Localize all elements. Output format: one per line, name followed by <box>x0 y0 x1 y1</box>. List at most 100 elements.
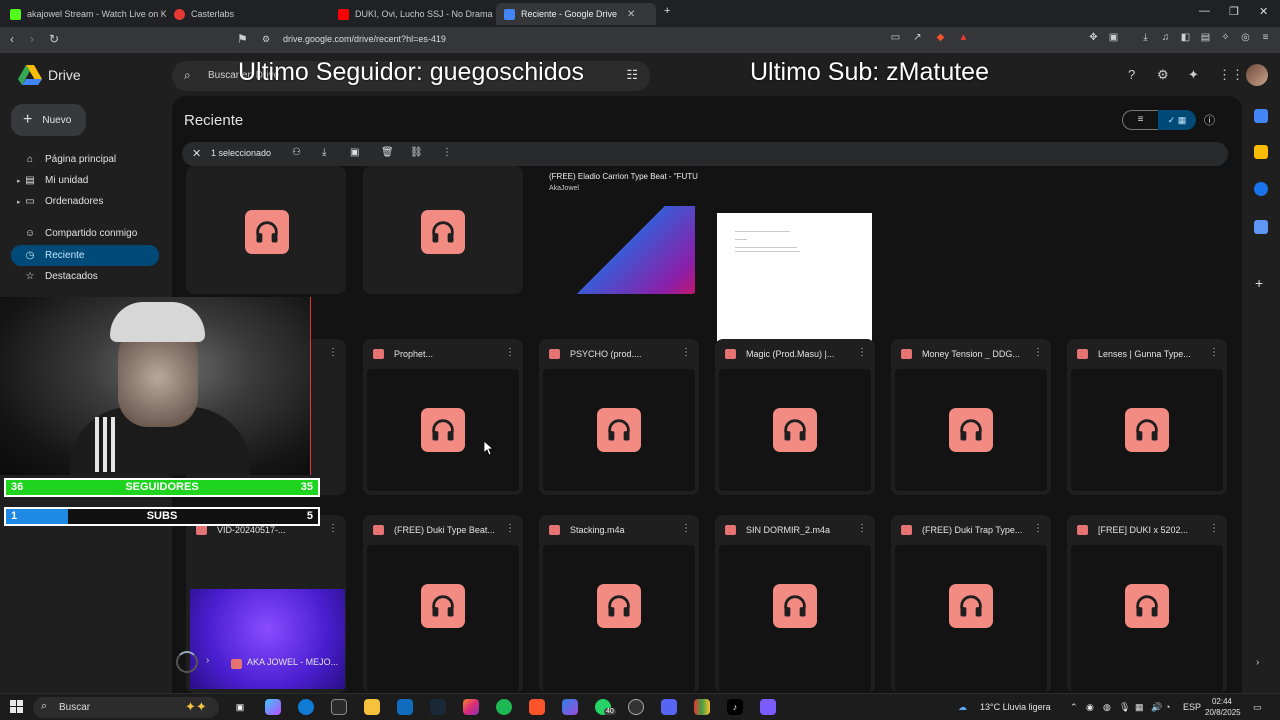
more-options-icon[interactable]: ⋮ <box>857 347 867 358</box>
more-options-icon[interactable]: ⋮ <box>328 523 338 534</box>
calendar-icon[interactable] <box>1254 109 1268 123</box>
gemini-icon[interactable]: ✦ <box>1188 67 1199 83</box>
file-card[interactable]: PSYCHO (prod.... ⋮ <box>539 339 699 495</box>
brave-shields-icon[interactable]: ◆ <box>934 32 947 45</box>
menu-icon[interactable]: ≡ <box>1259 32 1272 45</box>
sidebar-item-starred[interactable]: ☆ Destacados <box>11 266 159 287</box>
more-options-icon[interactable]: ⋮ <box>328 347 338 358</box>
back-icon[interactable]: ‹ <box>10 32 14 46</box>
sidebar-item-shared[interactable]: ☺ Compartido conmigo <box>11 223 159 244</box>
edge-icon[interactable] <box>298 699 314 715</box>
close-tab-icon[interactable]: ✕ <box>627 9 635 20</box>
file-card[interactable]: Magic (Prod.Masu) |... ⋮ <box>715 339 875 495</box>
screencast-icon[interactable]: ▭ <box>889 32 902 45</box>
avatar[interactable] <box>1246 64 1268 86</box>
tray-app-icon[interactable]: ◍ <box>1103 702 1111 713</box>
instagram-icon[interactable] <box>463 699 479 715</box>
outlook-icon[interactable] <box>397 699 413 715</box>
taskbar-search[interactable]: ⌕ Buscar ✦✦ <box>33 697 219 718</box>
copilot-icon[interactable] <box>265 699 281 715</box>
file-card[interactable] <box>186 166 346 294</box>
brave-rewards-icon[interactable]: ▲ <box>957 32 970 45</box>
settings-icon[interactable]: ⚙ <box>1157 67 1169 83</box>
download-icon[interactable]: ⤓ <box>322 147 326 158</box>
expand-caret-icon[interactable]: ▸ <box>17 198 21 206</box>
apps-grid-icon[interactable]: ⋮⋮ <box>1218 67 1244 83</box>
volume-icon[interactable]: 🔊 <box>1151 702 1162 713</box>
sidebar-item-my-drive[interactable]: ▸ ▤ Mi unidad <box>11 170 159 191</box>
tab-casterlabs[interactable]: Casterlabs <box>166 3 330 25</box>
copy-link-icon[interactable]: ⛓ <box>410 147 423 158</box>
grid-view-button[interactable]: ✓ ▦ <box>1158 110 1196 130</box>
copilot-app-icon[interactable] <box>562 699 578 715</box>
more-options-icon[interactable]: ⋮ <box>1209 347 1219 358</box>
list-view-button[interactable]: ≡ <box>1122 110 1158 130</box>
download-icon[interactable]: ⤓ <box>1139 32 1152 45</box>
app-icon[interactable] <box>694 699 710 715</box>
tab-google-drive[interactable]: Reciente - Google Drive ✕ <box>496 3 656 25</box>
microphone-icon[interactable]: 🎙 <box>1119 702 1130 713</box>
extensions-icon[interactable]: ✥ <box>1087 32 1100 45</box>
file-explorer-icon[interactable] <box>364 699 380 715</box>
media-icon[interactable]: ♫ <box>1159 32 1172 45</box>
more-options-icon[interactable]: ⋮ <box>505 523 515 534</box>
search-options-icon[interactable]: ☷ <box>626 67 638 83</box>
bookmark-icon[interactable]: ⚑ <box>237 32 248 46</box>
wallet-card-icon[interactable]: ▤ <box>1199 32 1212 45</box>
discord-icon[interactable] <box>661 699 677 715</box>
notifications-icon[interactable]: ▭ <box>1253 702 1262 713</box>
site-info-icon[interactable]: ⚙ <box>262 34 270 45</box>
file-card[interactable]: Money Tension _ DDG... ⋮ <box>891 339 1051 495</box>
weather-text[interactable]: 13°C Lluvia ligera <box>980 702 1051 712</box>
sidebar-item-home[interactable]: ⌂ Página principal <box>11 149 159 170</box>
expand-chevron-icon[interactable]: › <box>206 655 209 666</box>
clock[interactable]: 02:44 20/8/2025 <box>1205 696 1241 718</box>
more-options-icon[interactable]: ⋮ <box>505 347 515 358</box>
close-window-icon[interactable]: ✕ <box>1259 5 1268 18</box>
more-options-icon[interactable]: ⋮ <box>681 347 691 358</box>
move-folder-icon[interactable]: ▣ <box>350 147 359 158</box>
tab-youtube[interactable]: DUKI, Ovi, Lucho SSJ - No Drama - Yo <box>330 3 494 25</box>
more-actions-icon[interactable]: ⋮ <box>442 147 452 158</box>
trash-icon[interactable]: 🗑 <box>381 147 394 158</box>
new-tab-icon[interactable]: + <box>664 5 670 17</box>
tab-kick[interactable]: akajowel Stream - Watch Live on Kick <box>2 3 166 25</box>
url-text[interactable]: drive.google.com/drive/recent?hl=es-419 <box>283 34 446 44</box>
vpn-icon[interactable]: ◎ <box>1239 32 1252 45</box>
start-button-icon[interactable] <box>10 700 24 714</box>
language-indicator[interactable]: ESP <box>1183 702 1201 712</box>
sidebar-item-recent[interactable]: ◷ Reciente <box>11 245 159 266</box>
tasks-icon[interactable] <box>1254 182 1268 196</box>
tiktok-icon[interactable]: ♪ <box>727 699 743 715</box>
spotify-icon[interactable] <box>496 699 512 715</box>
details-info-icon[interactable]: ⓘ <box>1204 112 1215 128</box>
brave-icon[interactable] <box>529 699 545 715</box>
minimize-icon[interactable]: — <box>1199 5 1210 17</box>
reload-icon[interactable]: ↻ <box>49 32 59 46</box>
store-icon[interactable] <box>331 699 347 715</box>
more-options-icon[interactable]: ⋮ <box>1209 523 1219 534</box>
keep-icon[interactable] <box>1254 145 1268 159</box>
restore-icon[interactable]: ❐ <box>1229 5 1239 18</box>
new-button[interactable]: + Nuevo <box>11 104 86 136</box>
tray-app-icon[interactable]: ▦ <box>1135 702 1144 713</box>
clear-selection-icon[interactable]: ✕ <box>192 147 201 160</box>
file-card[interactable]: Prophet... ⋮ <box>363 339 523 495</box>
steam-icon[interactable] <box>430 699 446 715</box>
more-options-icon[interactable]: ⋮ <box>1033 523 1043 534</box>
file-card[interactable] <box>363 166 523 294</box>
sidebar-toggle-icon[interactable]: ◧ <box>1179 32 1192 45</box>
sidebar-item-computers[interactable]: ▸ ▭ Ordenadores <box>11 191 159 212</box>
share-person-icon[interactable]: ⚇ <box>292 147 301 158</box>
help-icon[interactable]: ? <box>1128 67 1135 82</box>
add-addon-icon[interactable]: + <box>1255 275 1263 291</box>
contacts-icon[interactable] <box>1254 220 1268 234</box>
forward-icon[interactable]: › <box>30 32 34 46</box>
more-options-icon[interactable]: ⋮ <box>857 523 867 534</box>
tray-overflow-icon[interactable]: ⌃ <box>1070 702 1078 713</box>
more-options-icon[interactable]: ⋮ <box>681 523 691 534</box>
file-card[interactable]: Lenses | Gunna Type... ⋮ <box>1067 339 1227 495</box>
leo-ai-icon[interactable]: ✧ <box>1219 32 1232 45</box>
wifi-icon[interactable]: ◔ <box>1165 702 1170 712</box>
share-icon[interactable]: ↗ <box>911 32 924 45</box>
